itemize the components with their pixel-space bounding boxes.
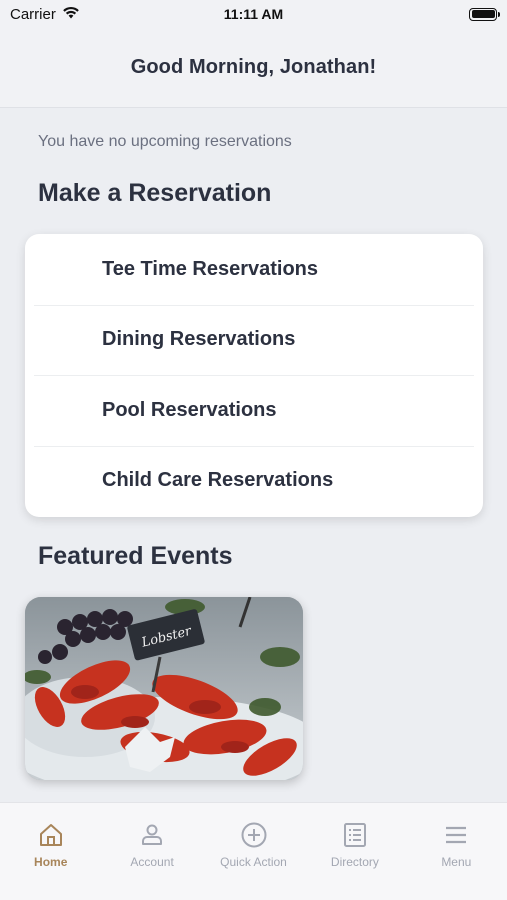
tab-quick-action-label: Quick Action [220, 855, 287, 869]
account-icon [142, 824, 163, 845]
tab-home[interactable]: Home [0, 803, 101, 900]
reservation-list: Tee Time Reservations Dining Reservation… [25, 234, 483, 517]
tab-directory[interactable]: Directory [304, 803, 405, 900]
directory-icon [343, 823, 366, 847]
tab-bar: Home Account Quick Action Directory Menu [0, 802, 507, 900]
no-reservations-notice: You have no upcoming reservations [38, 133, 292, 150]
tab-home-label: Home [34, 855, 68, 869]
child-care-reservations-item[interactable]: Child Care Reservations [25, 445, 483, 517]
make-reservation-title: Make a Reservation [38, 179, 272, 207]
plus-circle-icon [241, 822, 267, 848]
wifi-icon [62, 6, 80, 23]
status-bar: Carrier 11:11 AM [0, 0, 507, 28]
status-left: Carrier [10, 6, 80, 23]
featured-event-card[interactable]: Lobster [25, 597, 303, 780]
home-icon [39, 824, 62, 846]
lobster-event-image: Lobster [25, 597, 303, 780]
featured-events-title: Featured Events [38, 542, 233, 570]
tee-time-reservations-item[interactable]: Tee Time Reservations [25, 234, 483, 305]
pool-reservations-item[interactable]: Pool Reservations [25, 375, 483, 446]
tab-account[interactable]: Account [101, 803, 202, 900]
tab-quick-action[interactable]: Quick Action [203, 803, 304, 900]
tab-directory-label: Directory [330, 855, 379, 869]
tab-menu-label: Menu [441, 855, 472, 869]
tab-account-label: Account [130, 855, 174, 869]
tab-menu[interactable]: Menu [406, 803, 507, 900]
dining-reservations-item[interactable]: Dining Reservations [25, 304, 483, 376]
header: Good Morning, Jonathan! [0, 28, 507, 108]
carrier-label: Carrier [10, 5, 56, 23]
greeting-title: Good Morning, Jonathan! [130, 56, 377, 78]
menu-icon [446, 826, 467, 844]
battery-icon [469, 7, 500, 21]
